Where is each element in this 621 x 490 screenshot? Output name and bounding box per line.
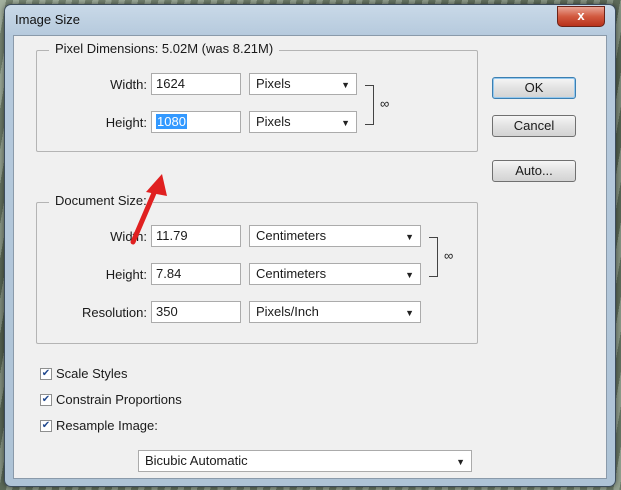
image-size-dialog: Image Size x Pixel Dimensions: 5.02M (wa…: [4, 4, 616, 487]
dialog-title: Image Size: [15, 12, 81, 27]
title-bar[interactable]: Image Size x: [5, 5, 615, 35]
close-button[interactable]: x: [557, 6, 605, 27]
dialog-body: Pixel Dimensions: 5.02M (was 8.21M) Widt…: [13, 35, 607, 479]
red-arrow-annotation-icon: [130, 174, 167, 245]
close-icon: x: [577, 8, 585, 23]
